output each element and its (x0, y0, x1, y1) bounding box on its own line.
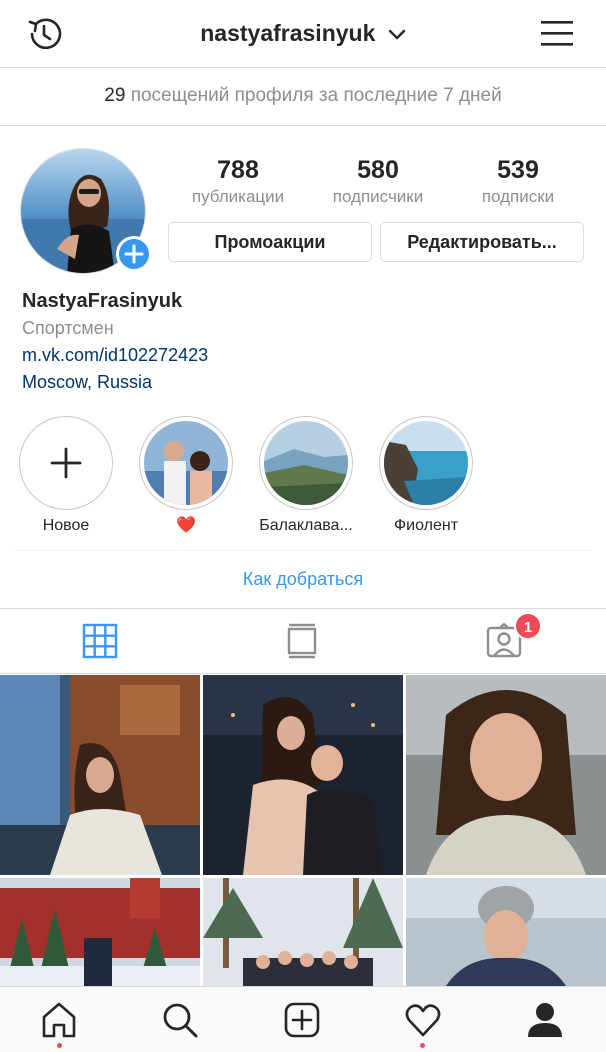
plus-icon (124, 244, 144, 264)
username-switcher[interactable]: nastyafrasinyuk (0, 20, 606, 47)
display-name: NastyaFrasinyuk (22, 290, 183, 312)
hamburger-menu-icon[interactable] (540, 18, 574, 48)
stat-value: 580 (357, 156, 399, 184)
top-bar: nastyafrasinyuk (0, 0, 606, 68)
highlight-cover (264, 421, 348, 505)
username-title: nastyafrasinyuk (200, 20, 376, 46)
divider (14, 550, 592, 551)
visits-text: посещений профиля за последние 7 дней (130, 85, 502, 106)
chevron-down-icon (388, 29, 405, 40)
profile-avatar[interactable] (20, 148, 152, 276)
highlight-cover (144, 421, 228, 505)
visits-count: 29 (104, 85, 126, 106)
promotions-button[interactable]: Промоакции (168, 222, 372, 262)
profile-visits-banner[interactable]: 29 посещений профиля за последние 7 дней (0, 68, 606, 126)
stat-followers[interactable]: 580 подписчики (308, 155, 448, 209)
grid-photo[interactable] (203, 878, 403, 986)
stat-following[interactable]: 539 подписки (448, 155, 588, 209)
highlight-new[interactable]: Новое (6, 416, 126, 536)
edit-profile-button[interactable]: Редактировать... (380, 222, 584, 262)
bio-location[interactable]: Moscow, Russia (22, 368, 208, 396)
search-icon[interactable] (161, 1001, 199, 1039)
highlight-label: Балаклава... (259, 517, 353, 534)
activity-notification-dot (420, 1043, 425, 1048)
grid-photo[interactable] (406, 878, 606, 986)
grid-photo[interactable] (0, 675, 200, 875)
stat-posts[interactable]: 788 публикации (168, 155, 308, 209)
home-icon[interactable] (40, 1001, 78, 1039)
heart-icon[interactable] (404, 1001, 442, 1039)
tagged-notification-badge: 1 (514, 612, 542, 640)
stat-label: публикации (191, 187, 285, 206)
highlight-label: Фиолент (393, 517, 459, 534)
highlight-balaklava[interactable]: Балаклава... (246, 416, 366, 536)
profile-category: Спортсмен (22, 318, 114, 338)
story-highlights: Новое ❤️ Балаклава... Фиолент (18, 416, 606, 546)
highlight-label: ❤️ (176, 517, 196, 534)
grid-photo[interactable] (203, 675, 403, 875)
highlight-cover (384, 421, 468, 505)
new-post-icon[interactable] (283, 1001, 321, 1039)
highlight-heart[interactable]: ❤️ (126, 416, 246, 536)
home-activity-dot (57, 1043, 62, 1048)
profile-stats: 788 публикации 580 подписчики 539 подпис… (168, 155, 588, 209)
stat-value: 788 (217, 156, 259, 184)
feed-view-icon[interactable] (284, 623, 320, 659)
grid-photo[interactable] (0, 878, 200, 986)
bottom-navigation (0, 986, 606, 1052)
plus-icon (24, 421, 108, 505)
add-story-badge[interactable] (116, 236, 152, 272)
stat-label: подписки (481, 187, 555, 206)
grid-photo[interactable] (406, 675, 606, 875)
profile-icon[interactable] (526, 1001, 564, 1039)
highlight-fiolent[interactable]: Фиолент (366, 416, 486, 536)
highlight-label: Новое (42, 517, 90, 534)
stat-label: подписчики (332, 187, 424, 206)
stat-value: 539 (497, 156, 539, 184)
directions-link[interactable]: Как добраться (0, 560, 606, 598)
profile-bio: NastyaFrasinyuk Спортсмен m.vk.com/id102… (22, 288, 208, 396)
bio-link[interactable]: m.vk.com/id102272423 (22, 342, 208, 368)
grid-view-icon[interactable] (82, 623, 118, 659)
